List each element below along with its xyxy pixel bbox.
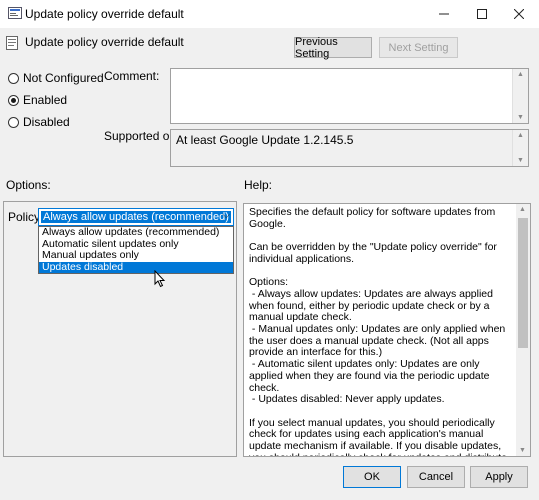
scroll-down-icon: ▼ bbox=[517, 114, 524, 121]
radio-label: Enabled bbox=[23, 93, 68, 107]
window-title: Update policy override default bbox=[25, 7, 184, 21]
scroll-up-icon: ▲ bbox=[517, 132, 524, 139]
supported-on-value: At least Google Update 1.2.145.5 bbox=[176, 133, 354, 147]
ok-button[interactable]: OK bbox=[343, 466, 401, 488]
dropdown-selected-value: Always allow updates (recommended) bbox=[41, 211, 231, 223]
chevron-down-icon: ⌵ bbox=[222, 210, 230, 221]
comment-field[interactable]: ▲ ▼ bbox=[170, 68, 529, 124]
scroll-down-icon: ▼ bbox=[517, 157, 524, 164]
policy-dropdown-list: Always allow updates (recommended) Autom… bbox=[38, 226, 234, 274]
radio-circle bbox=[8, 116, 19, 128]
next-setting-button[interactable]: Next Setting bbox=[379, 37, 458, 58]
help-text: Specifies the default policy for softwar… bbox=[249, 206, 507, 456]
close-icon bbox=[514, 9, 524, 19]
dropdown-option[interactable]: Manual updates only bbox=[39, 249, 233, 262]
policy-label: Policy bbox=[8, 210, 41, 224]
mouse-cursor-icon bbox=[154, 270, 166, 288]
supported-on-label: Supported on: bbox=[104, 129, 180, 143]
minimize-button[interactable] bbox=[425, 0, 463, 28]
comment-label: Comment: bbox=[104, 69, 160, 83]
policy-dropdown[interactable]: Always allow updates (recommended) ⌵ bbox=[38, 208, 234, 226]
maximize-button[interactable] bbox=[463, 0, 501, 28]
radio-label: Not Configured bbox=[23, 71, 104, 85]
setting-icon bbox=[6, 36, 18, 50]
radio-circle bbox=[8, 72, 19, 84]
scrollbar-thumb[interactable] bbox=[518, 218, 528, 348]
scroll-up-icon: ▲ bbox=[519, 206, 526, 213]
radio-not-configured[interactable]: Not Configured bbox=[8, 71, 104, 85]
policy-app-icon bbox=[8, 7, 22, 19]
close-button[interactable] bbox=[500, 0, 538, 28]
radio-label: Disabled bbox=[23, 115, 70, 129]
supported-scrollbar[interactable]: ▲ ▼ bbox=[512, 130, 528, 166]
scroll-up-icon: ▲ bbox=[517, 71, 524, 78]
maximize-icon bbox=[477, 9, 487, 19]
help-scrollbar[interactable]: ▲ ▼ bbox=[516, 204, 530, 456]
apply-button[interactable]: Apply bbox=[470, 466, 528, 488]
radio-enabled[interactable]: Enabled bbox=[8, 93, 67, 107]
scroll-down-icon: ▼ bbox=[519, 447, 526, 454]
options-label: Options: bbox=[6, 178, 51, 192]
dropdown-option-highlighted[interactable]: Updates disabled bbox=[39, 261, 233, 273]
minimize-icon bbox=[439, 13, 449, 15]
comment-scrollbar[interactable]: ▲ ▼ bbox=[512, 69, 528, 123]
cancel-button[interactable]: Cancel bbox=[407, 466, 465, 488]
radio-disabled[interactable]: Disabled bbox=[8, 115, 70, 129]
help-panel: Specifies the default policy for softwar… bbox=[243, 203, 531, 457]
help-label: Help: bbox=[244, 178, 273, 192]
supported-on-field: At least Google Update 1.2.145.5 ▲ ▼ bbox=[170, 129, 529, 167]
previous-setting-button[interactable]: Previous Setting bbox=[294, 36, 372, 60]
dropdown-option[interactable]: Always allow updates (recommended) bbox=[39, 226, 233, 239]
radio-circle-checked bbox=[8, 94, 19, 106]
setting-name: Update policy override default bbox=[25, 35, 184, 49]
